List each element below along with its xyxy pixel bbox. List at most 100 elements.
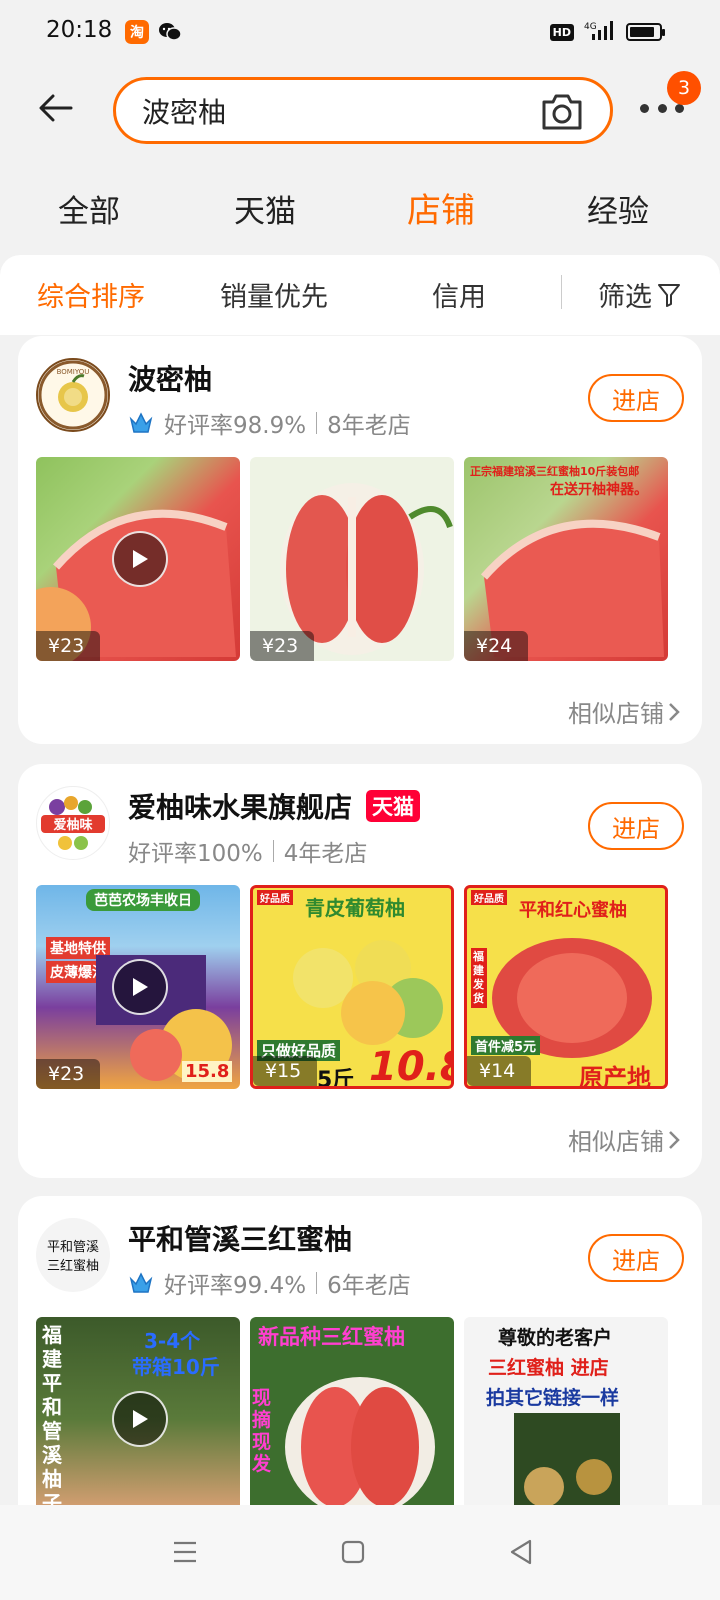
red-pomelo-image [285, 1377, 435, 1505]
product-banner-text: 3-4个 [144, 1329, 201, 1353]
play-button[interactable] [112, 959, 168, 1015]
store-rating: 好评率100% [128, 841, 263, 867]
store-logo[interactable]: 爱柚味 [36, 786, 110, 860]
product-thumbnail[interactable]: 新品种三红蜜柚 现摘现发 [250, 1317, 454, 1505]
store-logo[interactable]: BOMIYOU [36, 358, 110, 432]
product-thumbnail[interactable]: 尊敬的老客户 三红蜜柚 进店 拍其它链接一样 [464, 1317, 668, 1505]
tab-experience[interactable]: 经验 [587, 186, 649, 231]
product-thumbnail[interactable]: 好品质 平和红心蜜柚 福建发货 首件减5元 原产地 ¥14 [464, 885, 668, 1089]
status-indicators: HD 4G [549, 20, 665, 44]
sort-comprehensive[interactable]: 综合排序 [37, 275, 145, 314]
similar-stores-label: 相似店铺 [568, 700, 664, 728]
back-triangle-icon [510, 1539, 532, 1565]
product-thumbnail[interactable]: 芭芭农场丰收日 基地特供 皮薄爆汁 15.8 ¥23 [36, 885, 240, 1089]
battery-icon [626, 23, 665, 41]
system-nav-bar [0, 1505, 720, 1600]
product-thumbnail[interactable]: 福建平和管溪柚子 3-4个 带箱10斤 [36, 1317, 240, 1505]
pomelo-logo-icon: BOMIYOU [38, 360, 108, 430]
play-button[interactable] [112, 1391, 168, 1447]
product-price: ¥24 [464, 631, 528, 661]
product-price: ¥14 [467, 1056, 531, 1086]
product-price: ¥23 [250, 631, 314, 661]
chevron-right-icon [669, 1130, 680, 1149]
nav-menu-button[interactable] [168, 1535, 202, 1569]
taobao-notification-icon: 淘 [125, 20, 149, 44]
more-dots-icon [640, 103, 649, 113]
product-banner-text: 首件减5元 [471, 1036, 541, 1055]
product-thumbnail[interactable]: 好品质 青皮葡萄柚 只做好品质 5斤 10.8 ¥15 [250, 885, 454, 1089]
play-icon [133, 978, 148, 996]
product-banner-text: 5斤 [317, 1068, 355, 1089]
tmall-badge: 天猫 [366, 790, 421, 822]
crown-icon [129, 1272, 153, 1293]
store-card: 平和管溪 三红蜜柚 平和管溪三红蜜柚 好评率99.4% 6年老店 进店 福建平和… [18, 1196, 702, 1505]
nav-back-button[interactable] [504, 1535, 538, 1569]
aiyouwei-logo-icon: 爱柚味 [41, 796, 105, 850]
store-name[interactable]: 爱柚味水果旗舰店 天猫 [128, 786, 421, 826]
product-row: 福建平和管溪柚子 3-4个 带箱10斤 新品种三红蜜柚 现摘现发 尊敬的老客户 … [36, 1317, 686, 1505]
status-time: 20:18 [46, 17, 113, 43]
filter-button[interactable]: 筛选 [598, 275, 680, 314]
product-banner-text: 在送开柚神器。 [550, 482, 648, 498]
notification-badge: 3 [667, 71, 701, 105]
sort-bar: 综合排序 销量优先 信用 筛选 [0, 255, 720, 335]
store-rating: 好评率99.4% [164, 1273, 307, 1299]
tab-tmall[interactable]: 天猫 [234, 186, 296, 231]
play-icon [133, 1410, 148, 1428]
back-button[interactable] [36, 88, 76, 128]
svg-text:BOMIYOU: BOMIYOU [57, 368, 90, 376]
product-price: ¥23 [36, 1059, 100, 1089]
store-name[interactable]: 波密柚 [128, 358, 212, 398]
product-banner-text: 福建平和管溪柚子 [42, 1323, 62, 1505]
search-query: 波密柚 [142, 95, 227, 129]
store-meta: 好评率99.4% 6年老店 [128, 1266, 411, 1300]
more-dot [657, 103, 667, 113]
camera-button[interactable] [540, 92, 584, 132]
tab-stores[interactable]: 店铺 [407, 183, 475, 232]
product-banner-text: 带箱10斤 [132, 1355, 220, 1379]
product-thumbnail[interactable]: ¥23 [36, 457, 240, 661]
store-name-text: 爱柚味水果旗舰店 [128, 791, 353, 824]
similar-stores-link[interactable]: 相似店铺 [568, 1122, 680, 1157]
similar-stores-link[interactable]: 相似店铺 [568, 694, 680, 729]
store-logo[interactable]: 平和管溪 三红蜜柚 [36, 1218, 110, 1292]
store-age: 4年老店 [283, 841, 368, 867]
product-banner-text: 福建发货 [471, 948, 487, 1008]
search-input[interactable]: 波密柚 [113, 77, 613, 144]
store-meta: 好评率100% 4年老店 [128, 834, 367, 868]
signal-icon: 4G [584, 20, 616, 44]
product-price: ¥23 [36, 631, 100, 661]
sort-divider [561, 275, 562, 309]
enter-store-button[interactable]: 进店 [588, 374, 684, 422]
product-thumbnail[interactable]: ¥23 [250, 457, 454, 661]
wechat-notification-icon [158, 20, 182, 44]
home-square-icon [341, 1540, 365, 1564]
enter-store-button[interactable]: 进店 [588, 802, 684, 850]
hd-icon: HD [549, 23, 574, 41]
logo-text-line: 三红蜜柚 [46, 1259, 99, 1274]
product-row: 芭芭农场丰收日 基地特供 皮薄爆汁 15.8 ¥23 好品质 青皮葡萄柚 只做好… [36, 885, 686, 1089]
enter-store-button[interactable]: 进店 [588, 1234, 684, 1282]
nav-home-button[interactable] [336, 1535, 370, 1569]
similar-stores-label: 相似店铺 [568, 1128, 664, 1156]
menu-icon [174, 1541, 196, 1563]
play-icon [133, 550, 148, 568]
play-button[interactable] [112, 531, 168, 587]
meta-divider [316, 412, 318, 434]
sort-credit[interactable]: 信用 [432, 275, 486, 314]
store-name[interactable]: 平和管溪三红蜜柚 [128, 1218, 352, 1258]
product-banner-text: 现摘现发 [252, 1387, 272, 1475]
svg-text:4G: 4G [584, 22, 597, 32]
store-age: 8年老店 [327, 413, 411, 439]
sort-sales[interactable]: 销量优先 [220, 275, 328, 314]
product-banner-text: 15.8 [182, 1061, 233, 1082]
product-price: ¥15 [253, 1056, 317, 1086]
product-thumbnail[interactable]: 正宗福建琯溪三红蜜柚10斤装包邮 在送开柚神器。 ¥24 [464, 457, 668, 661]
tab-all[interactable]: 全部 [58, 186, 120, 231]
svg-text:爱柚味: 爱柚味 [53, 817, 92, 833]
status-bar: 20:18 淘 HD 4G [0, 0, 720, 64]
arrow-left-icon [39, 94, 73, 122]
product-row: ¥23 ¥23 正宗福建琯溪三红蜜柚10斤装包邮 在送开柚神器。 ¥24 [36, 457, 686, 661]
product-banner-text: 10.8 [369, 1044, 451, 1089]
orchard-photo-image [514, 1413, 620, 1505]
